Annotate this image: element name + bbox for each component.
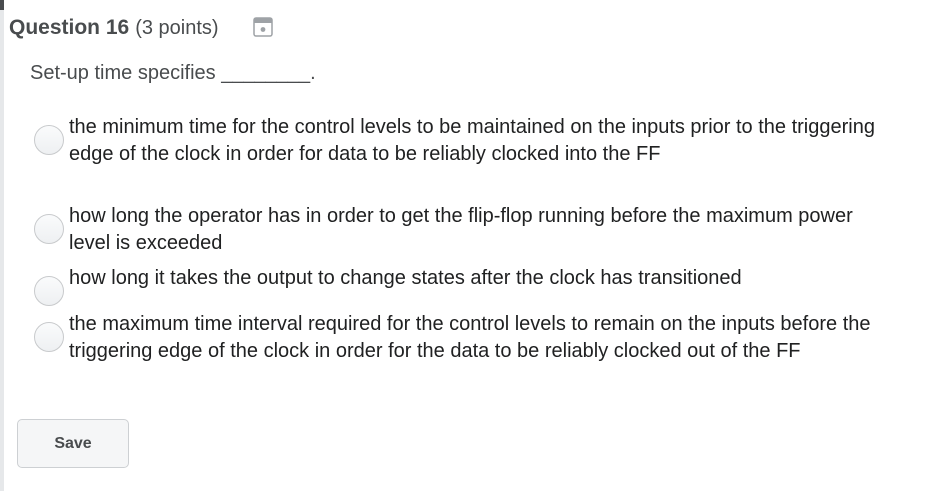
answer-option-label: how long it takes the output to change s… — [69, 267, 742, 289]
radio-button[interactable] — [34, 125, 64, 155]
question-prompt: Set-up time specifies ________. — [30, 62, 316, 84]
bookmark-flag-icon[interactable] — [252, 17, 273, 37]
radio-button[interactable] — [34, 214, 64, 244]
question-title: Question 16 — [9, 16, 130, 39]
radio-button[interactable] — [34, 322, 64, 352]
answer-option-label: the minimum time for the control levels … — [69, 116, 875, 165]
question-left-border-accent — [0, 0, 4, 10]
radio-button[interactable] — [34, 276, 64, 306]
save-button[interactable]: Save — [17, 419, 129, 468]
answer-option-label: how long the operator has in order to ge… — [69, 205, 853, 254]
question-header: Question 16 (3 points) — [9, 12, 273, 44]
answer-option-label: the maximum time interval required for t… — [69, 313, 871, 362]
question-left-border — [0, 0, 4, 491]
question-points: (3 points) — [135, 16, 219, 39]
